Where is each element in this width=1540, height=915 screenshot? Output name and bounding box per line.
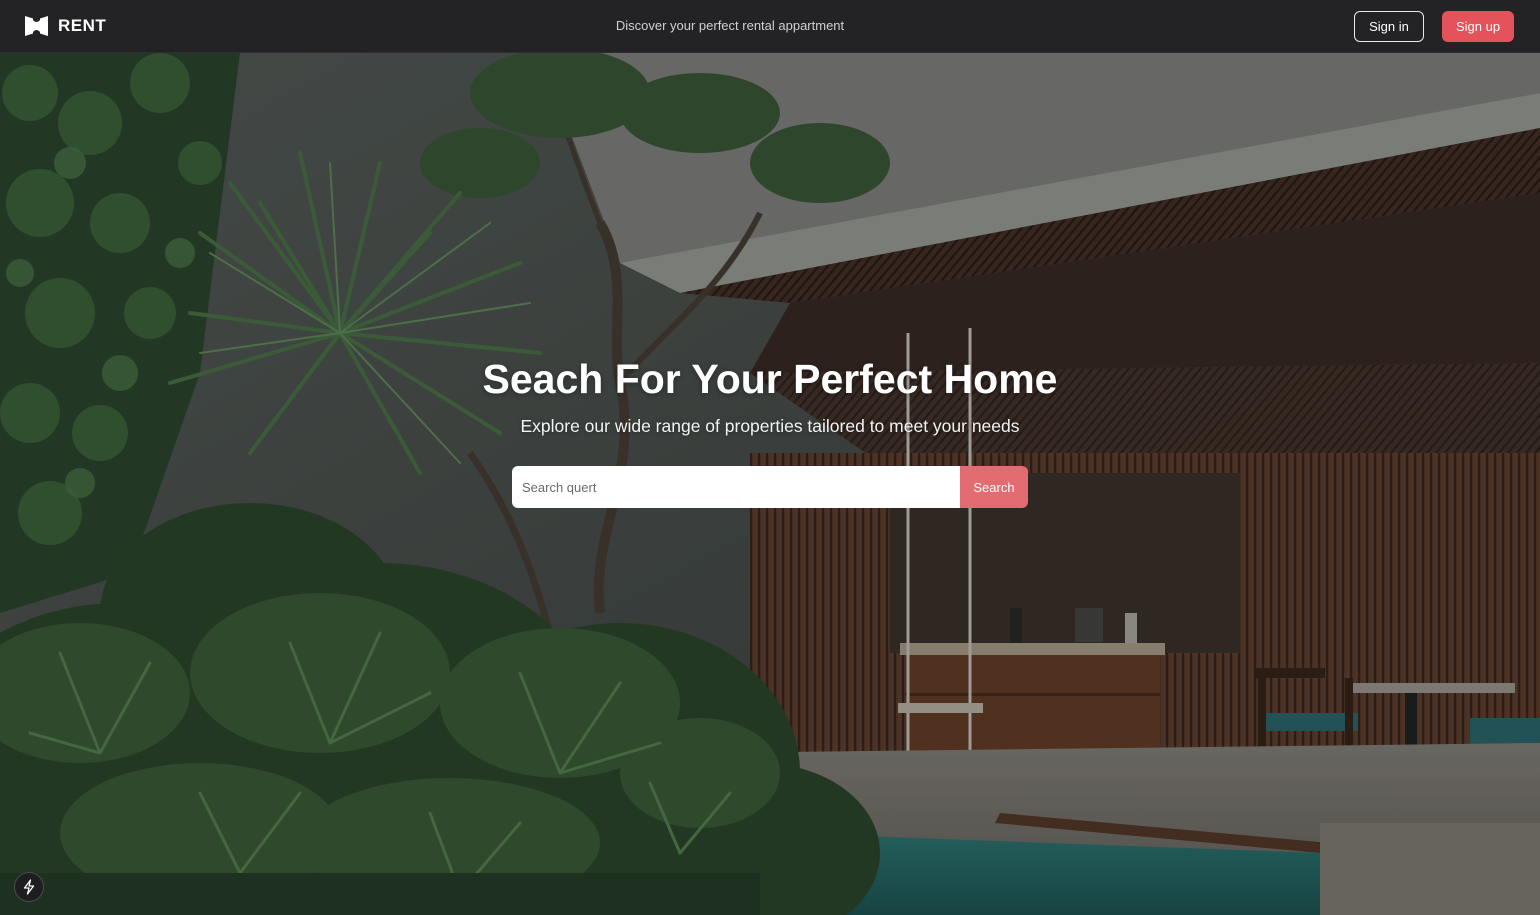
dev-tools-badge[interactable]	[14, 872, 44, 902]
search-input[interactable]	[512, 466, 960, 508]
sign-in-button[interactable]: Sign in	[1354, 11, 1424, 42]
navbar-tagline: Discover your perfect rental appartment	[615, 18, 845, 33]
hero-title: Seach For Your Perfect Home	[482, 356, 1058, 402]
hero-subtitle: Explore our wide range of properties tai…	[520, 416, 1020, 436]
lightning-bolt-icon	[23, 879, 35, 895]
rent-logo-icon	[25, 16, 48, 36]
search-form: Search	[512, 466, 1028, 508]
top-navbar: RENT Discover your perfect rental appart…	[0, 0, 1540, 53]
landing-page: RENT Discover your perfect rental appart…	[0, 0, 1540, 915]
sign-up-button[interactable]: Sign up	[1442, 11, 1514, 42]
search-button[interactable]: Search	[960, 466, 1028, 508]
brand[interactable]: RENT	[25, 15, 106, 37]
brand-name: RENT	[58, 16, 107, 35]
